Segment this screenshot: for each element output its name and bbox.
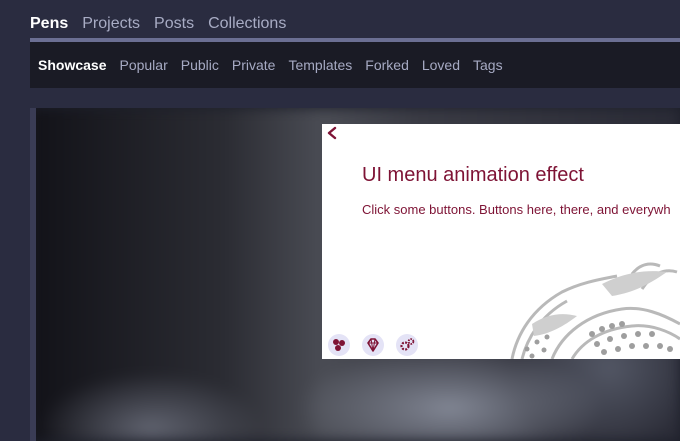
pen-preview[interactable]: UI menu animation effect Click some butt… <box>322 124 680 359</box>
sub-nav-showcase[interactable]: Showcase <box>38 57 106 73</box>
top-tabs: Pens Projects Posts Collections <box>30 12 286 36</box>
sub-nav-forked[interactable]: Forked <box>365 57 409 73</box>
sub-nav-loved[interactable]: Loved <box>422 57 460 73</box>
sub-nav-public[interactable]: Public <box>181 57 219 73</box>
diamond-button[interactable] <box>362 334 384 356</box>
gears-button[interactable] <box>396 334 418 356</box>
molecule-icon <box>333 339 345 351</box>
molecule-button[interactable] <box>328 334 350 356</box>
sub-nav-private[interactable]: Private <box>232 57 276 73</box>
preview-title: UI menu animation effect <box>362 164 584 186</box>
panel-edge <box>30 108 36 441</box>
codepen-page: Pens Projects Posts Collections Showcase… <box>0 0 680 441</box>
koi-fish-illustration <box>510 262 680 359</box>
gears-icon <box>400 338 415 351</box>
sub-nav-popular[interactable]: Popular <box>119 57 167 73</box>
tab-collections[interactable]: Collections <box>208 15 286 33</box>
tab-posts[interactable]: Posts <box>154 15 194 33</box>
sub-nav: Showcase Popular Public Private Template… <box>30 42 680 88</box>
diamond-icon <box>367 338 379 352</box>
sub-nav-templates[interactable]: Templates <box>288 57 352 73</box>
tab-projects[interactable]: Projects <box>82 15 140 33</box>
chevron-left-icon[interactable] <box>325 126 339 140</box>
tab-pens[interactable]: Pens <box>30 15 68 33</box>
preview-subtitle: Click some buttons. Buttons here, there,… <box>362 202 671 217</box>
sub-nav-tags[interactable]: Tags <box>473 57 503 73</box>
